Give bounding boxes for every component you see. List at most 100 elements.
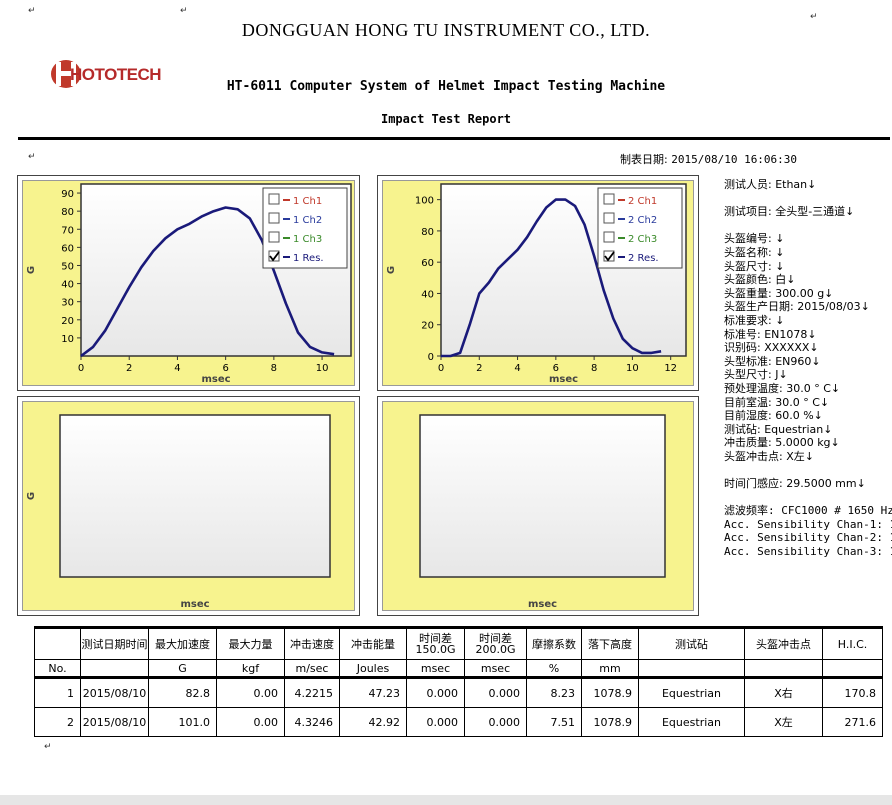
legend-checkbox [603,193,615,205]
table-header-cell: G [148,659,217,679]
paragraph-mark-icon: ↵ [810,12,818,22]
plot-area [419,414,666,578]
table-header-cell [34,626,81,660]
table-cell: Equestrian [638,707,745,737]
report-title: Impact Test Report [380,112,512,126]
legend-label: 1 Ch3 [293,234,322,245]
report-date-value: 2015/08/10 16:06:30 [671,153,798,166]
table-header-cell: Joules [339,659,407,679]
paragraph-mark-icon: ↵ [180,6,188,16]
legend-label: 1 Ch2 [293,215,322,226]
table-header-row: No. Gkgf m/sec Joules msec msec% mm [34,659,883,679]
y-tick-label: 80 [61,207,74,218]
table-cell: 42.92 [339,707,407,737]
company-name: DONGGUAN HONG TU INSTRUMENT CO., LTD. [241,20,651,40]
table-row: 2 2015/08/10 101.0 0.00 4.3246 42.92 0.000 0.00… [34,707,883,737]
table-header-cell: 最大力量 [216,626,285,660]
info-line: 目前室温: 30.0 ° C↓ [724,395,830,409]
x-tick-label: 4 [174,363,180,374]
table-cell: 271.6 [822,707,883,737]
x-axis-label: msec [201,374,230,385]
table-cell: 82.8 [148,677,217,708]
table-cell: 0.000 [406,677,465,708]
legend-label: 2 Ch2 [628,215,657,226]
table-header-cell: 落下高度 [581,626,639,660]
table-cell: 47.23 [339,677,407,708]
table-cell: 0.000 [464,677,527,708]
report-date-label: 制表日期: [620,153,668,166]
x-tick-label: 0 [438,363,444,374]
info-line: 头型标准: EN960↓ [724,354,821,368]
table-cell: 0.00 [216,677,285,708]
table-header-cell: 时间差150.0G [406,626,465,660]
info-line: 识别码: XXXXXX↓ [724,341,819,355]
info-line: 预处理温度: 30.0 ° C↓ [724,381,841,395]
table-header-cell: msec [406,659,465,679]
table-cell: 2015/08/10 [80,677,149,708]
table-header-cell: msec [464,659,527,679]
table-header-row: 测试日期时间 最大加速度 最大力量 冲击速度 冲击能量 时间差150.0G 时间差200.0… [34,626,883,660]
y-tick-label: 90 [61,189,74,200]
table-header-cell: 头盔冲击点 [744,626,823,660]
x-tick-label: 0 [78,363,84,374]
table-cell: 0.000 [464,707,527,737]
legend-label: 2 Ch3 [628,234,657,245]
chart-panel-4: msec [377,396,699,616]
x-axis-label: msec [528,599,557,610]
y-axis-label: G [386,266,397,274]
legend-checkbox [603,212,615,224]
y-tick-label: 40 [61,280,74,291]
paragraph-mark-icon: ↵ [44,742,52,752]
table-cell: 101.0 [148,707,217,737]
table-header-cell: % [526,659,582,679]
x-tick-label: 6 [222,363,228,374]
chart-2: Gmsec 0 2 4 6 8 10 12 0 20 40 60 80 100 2 Ch1 2 Ch2 2 Ch… [386,183,687,385]
table-cell: 2 [34,707,81,737]
y-axis-label: G [26,492,37,500]
bottom-scroll-strip [0,795,892,805]
legend-checkbox [603,231,615,243]
info-line: 标准号: EN1078↓ [724,327,817,341]
info-line: Acc. Sensibility Chan-1: 10. [724,517,892,531]
table-header-cell: No. [34,659,81,679]
table-cell: 2015/08/10 [80,707,149,737]
y-tick-label: 30 [61,298,74,309]
legend-checkbox [268,212,280,224]
table-cell: X左 [744,707,823,737]
x-tick-label: 6 [553,363,559,374]
table-cell: 7.51 [526,707,582,737]
x-tick-label: 2 [476,363,482,374]
y-tick-label: 50 [61,261,74,272]
x-tick-label: 4 [514,363,520,374]
chart-1: Gmsec 0 2 4 6 8 10 10 20 30 40 50 60 70 80 90 1 Ch1 1 Ch2… [26,183,352,385]
table-header-cell: 冲击速度 [284,626,340,660]
table-header-cell: m/sec [284,659,340,679]
table-header-cell [638,659,745,679]
x-tick-label: 8 [591,363,597,374]
y-tick-label: 10 [61,334,74,345]
y-tick-label: 40 [421,289,434,300]
legend-label: 1 Res. [293,253,324,264]
x-tick-label: 2 [126,363,132,374]
table-cell: 0.000 [406,707,465,737]
info-line: 时间门感应: 29.5000 mm↓ [724,477,866,491]
info-line: 滤波频率: CFC1000 # 1650 Hz [724,504,892,518]
info-line: Acc. Sensibility Chan-3: 10. [724,545,892,559]
chart-panel-3: Gmsec [17,396,360,616]
report-date: 制表日期: 2015/08/10 16:06:30 [620,151,797,167]
y-tick-label: 80 [421,227,434,238]
table-header-cell: 冲击能量 [339,626,407,660]
x-tick-label: 12 [664,363,677,374]
table-header-cell: mm [581,659,639,679]
x-tick-label: 10 [316,363,329,374]
table-cell: 8.23 [526,677,582,708]
table-header-cell: H.I.C. [822,626,883,660]
table-header-cell: 最大加速度 [148,626,217,660]
info-line: 头盔尺寸: ↓ [724,259,785,273]
info-line: 头盔冲击点: X左↓ [724,449,814,463]
table-cell: 0.00 [216,707,285,737]
chart-3: Gmsec [26,414,331,610]
info-line: 测试项目: 全头型-三通道↓ [724,205,855,219]
table-header-cell [744,659,823,679]
